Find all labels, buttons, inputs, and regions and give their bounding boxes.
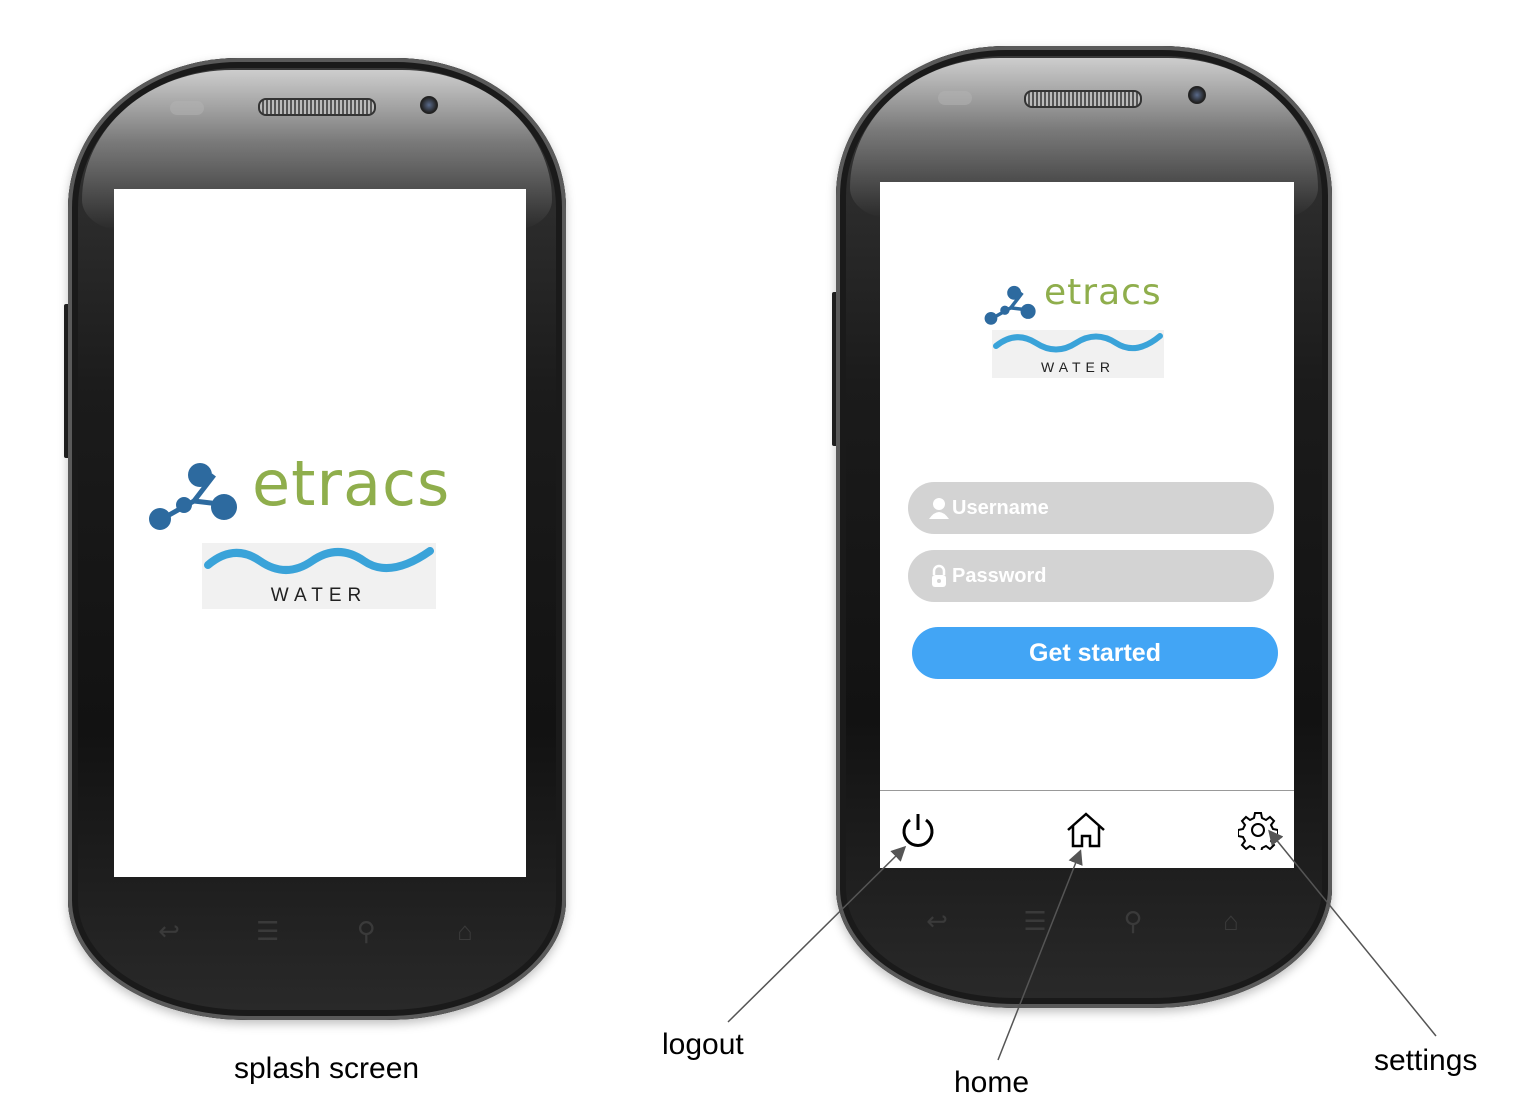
logout-caption: logout [662,1028,744,1061]
logout-arrow [727,845,907,1023]
home-arrow [997,849,1083,1061]
home-caption: home [954,1066,1030,1099]
annotation-arrows [727,829,1437,1061]
settings-caption: settings [1374,1044,1478,1077]
settings-arrow [1268,829,1437,1037]
